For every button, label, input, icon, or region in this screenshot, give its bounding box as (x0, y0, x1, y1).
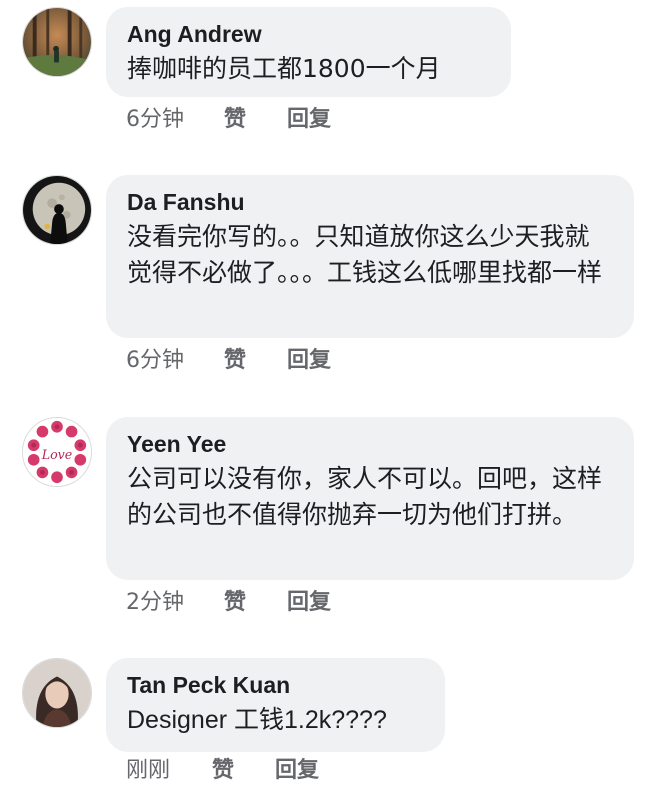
comment-time: 6分钟 (126, 348, 184, 373)
comment-bubble: Yeen Yee 公司可以没有你，家人不可以。回吧，这样的公司也不值得你抛弃一切… (106, 417, 634, 580)
forest-photo-avatar[interactable] (22, 7, 92, 77)
comment-bubble: Ang Andrew 捧咖啡的员工都1800一个月 (106, 7, 511, 97)
comment-bubble: Tan Peck Kuan Designer 工钱1.2k???? (106, 658, 445, 752)
comment-meta: 6分钟 赞回复 (126, 348, 331, 374)
comment-text: Designer 工钱1.2k???? (127, 706, 387, 734)
like-button[interactable]: 赞 (224, 590, 287, 616)
reply-button[interactable]: 回复 (275, 758, 319, 784)
comment-text: 公司可以没有你，家人不可以。回吧，这样的公司也不值得你抛弃一切为他们打拼。 (127, 464, 603, 529)
comment-meta: 2分钟 赞回复 (126, 590, 331, 616)
comment-text: 没看完你写的。。只知道放你这么少天我就觉得不必做了。。。工钱这么低哪里找都一样 (127, 222, 603, 287)
like-button[interactable]: 赞 (224, 348, 287, 374)
commenter-name[interactable]: Tan Peck Kuan (127, 671, 423, 699)
like-button[interactable]: 赞 (224, 107, 287, 133)
love-rose-avatar[interactable]: Love (22, 417, 92, 487)
comment-time: 2分钟 (126, 590, 184, 615)
comment-time: 6分钟 (126, 107, 184, 132)
portrait-photo-avatar[interactable] (22, 658, 92, 728)
commenter-name[interactable]: Ang Andrew (127, 20, 489, 48)
svg-text:Love: Love (41, 447, 73, 462)
reply-button[interactable]: 回复 (287, 348, 331, 374)
like-button[interactable]: 赞 (212, 758, 275, 784)
commenter-name[interactable]: Yeen Yee (127, 430, 612, 458)
comment-meta: 刚刚 赞回复 (126, 758, 319, 784)
comment-bubble: Da Fanshu 没看完你写的。。只知道放你这么少天我就觉得不必做了。。。工钱… (106, 175, 634, 338)
comment-meta: 6分钟 赞回复 (126, 107, 331, 133)
reply-button[interactable]: 回复 (287, 107, 331, 133)
comment-text: 捧咖啡的员工都1800一个月 (127, 54, 441, 83)
commenter-name[interactable]: Da Fanshu (127, 188, 612, 216)
reply-button[interactable]: 回复 (287, 590, 331, 616)
comment-time: 刚刚 (126, 758, 171, 783)
moon-silhouette-avatar[interactable] (22, 175, 92, 245)
